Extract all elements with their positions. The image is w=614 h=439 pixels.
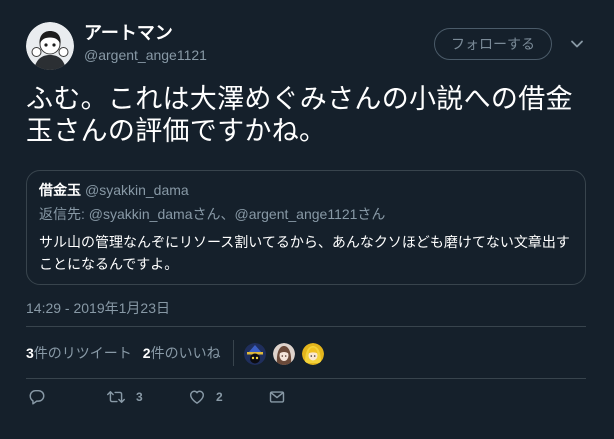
tweet-action-bar: 3 2 <box>26 388 326 408</box>
quoted-tweet[interactable]: 借金玉 @syakkin_dama 返信先: @syakkin_damaさん、@a… <box>26 170 586 285</box>
quoted-tweet-text: サル山の管理なんぞにリソース割いてるから、あんなクソほども磨けてない文章出すこと… <box>39 234 570 272</box>
reply-icon <box>29 389 45 405</box>
quoted-author-name: 借金玉 <box>39 182 81 198</box>
direct-message-button[interactable] <box>268 388 286 406</box>
tweet-timestamp: 14:29 - 2019年1月23日 <box>26 300 170 316</box>
like-stat-count: 2 <box>142 344 151 361</box>
liker-avatar-1[interactable] <box>243 343 266 365</box>
chevron-down-icon[interactable] <box>570 37 584 51</box>
liker-avatar-3[interactable] <box>301 343 324 365</box>
retweet-icon <box>107 391 125 403</box>
retweet-button[interactable]: 3 <box>106 388 143 406</box>
reply-button[interactable] <box>28 388 46 406</box>
like-button[interactable]: 2 <box>188 388 223 406</box>
liker-avatar-2[interactable] <box>272 343 295 365</box>
retweet-stat-label: 件のリツイート <box>33 344 132 361</box>
liker-avatars <box>243 343 324 365</box>
envelope-icon <box>269 391 285 403</box>
author-display-name[interactable]: アートマン <box>84 22 173 44</box>
like-count: 2 <box>216 390 223 404</box>
quoted-author-handle: @syakkin_dama <box>85 182 189 198</box>
tweet-stats: 3件のリツイート 2件のいいね <box>26 326 586 379</box>
like-stat-label: 件のいいね <box>150 344 221 361</box>
author-handle[interactable]: @argent_ange1121 <box>84 46 207 64</box>
reply-context: 返信先: @syakkin_damaさん、@argent_ange1121さん <box>39 206 386 222</box>
retweet-stat-count: 3 <box>26 344 34 361</box>
tweet-text: ふむ。これは大澤めぐみさんの小説への借金玉さんの評価ですかね。 <box>26 84 573 146</box>
retweet-stat[interactable]: 3件のリツイート <box>26 343 132 363</box>
heart-icon <box>189 390 205 404</box>
user-avatar-icon <box>26 22 74 70</box>
stats-divider <box>232 339 234 366</box>
author-avatar[interactable] <box>26 22 74 70</box>
follow-button[interactable]: フォローする <box>434 28 552 60</box>
like-stat[interactable]: 2件のいいね <box>143 343 221 363</box>
quoted-tweet-header: 借金玉 @syakkin_dama <box>39 180 575 200</box>
retweet-count: 3 <box>136 390 143 404</box>
